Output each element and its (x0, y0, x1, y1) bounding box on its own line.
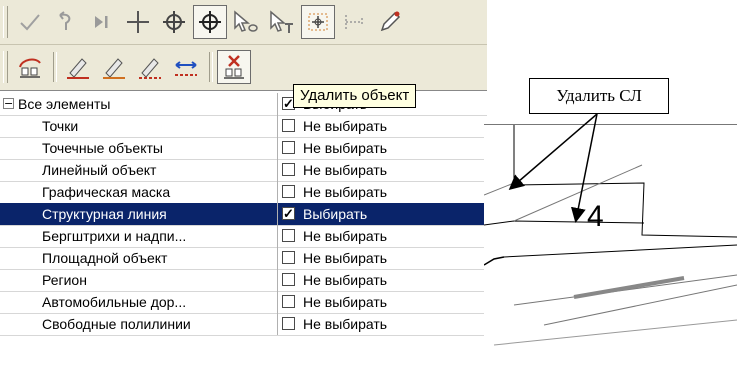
annotation-callout: Удалить СЛ (529, 78, 669, 114)
tooltip: Удалить объект (293, 84, 417, 108)
figure-label: 4 (587, 200, 604, 233)
callout-arrows (508, 113, 598, 223)
